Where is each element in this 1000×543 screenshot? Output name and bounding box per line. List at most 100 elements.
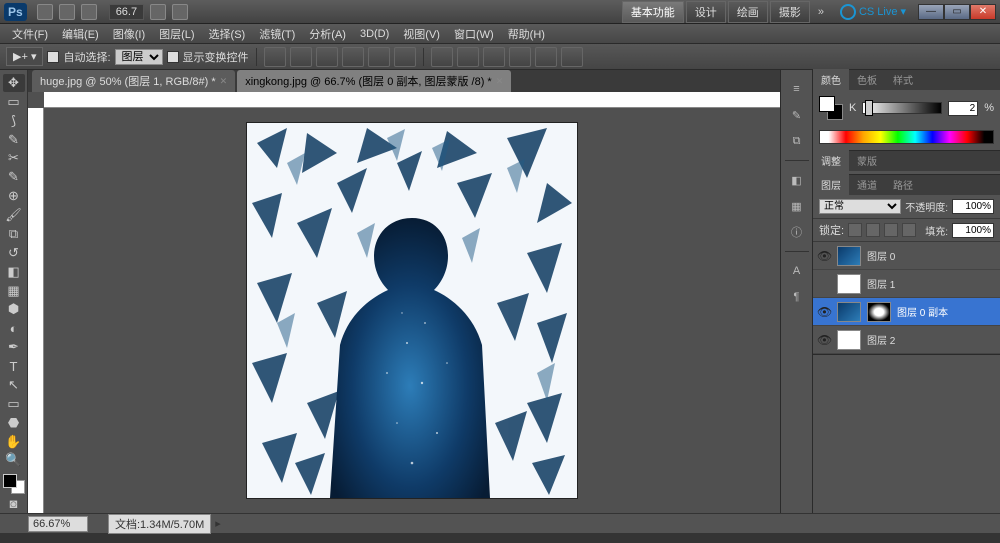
visibility-icon[interactable]: 👁 bbox=[817, 249, 831, 263]
workspace-more-icon[interactable]: » bbox=[812, 6, 830, 18]
lock-all-icon[interactable] bbox=[902, 223, 916, 237]
layer-thumbnail[interactable] bbox=[837, 274, 861, 294]
lasso-tool[interactable]: ⟆ bbox=[3, 112, 25, 130]
distribute-bottom-icon[interactable] bbox=[483, 47, 505, 67]
opacity-field[interactable] bbox=[952, 199, 994, 214]
tab-styles[interactable]: 样式 bbox=[885, 69, 921, 90]
workspace-photography-button[interactable]: 摄影 bbox=[770, 1, 810, 23]
distribute-hcenter-icon[interactable] bbox=[535, 47, 557, 67]
distribute-right-icon[interactable] bbox=[561, 47, 583, 67]
foreground-color-swatch[interactable] bbox=[3, 474, 17, 488]
mini-bridge-icon[interactable] bbox=[59, 4, 75, 20]
lock-pixels-icon[interactable] bbox=[866, 223, 880, 237]
history-brush-tool[interactable]: ↺ bbox=[3, 244, 25, 262]
eyedropper-tool[interactable]: ✎ bbox=[3, 168, 25, 186]
workspace-essentials-button[interactable]: 基本功能 bbox=[622, 1, 684, 23]
visibility-icon[interactable]: 👁 bbox=[817, 305, 831, 319]
menu-help[interactable]: 帮助(H) bbox=[502, 24, 551, 44]
launch-bridge-icon[interactable] bbox=[37, 4, 53, 20]
3d-tool[interactable]: ⬣ bbox=[3, 414, 25, 432]
close-tab-icon[interactable]: ✕ bbox=[496, 76, 504, 87]
status-arrow-icon[interactable]: ▸ bbox=[215, 517, 221, 530]
align-left-icon[interactable] bbox=[342, 47, 364, 67]
screen-mode-icon[interactable] bbox=[172, 4, 188, 20]
lock-transparency-icon[interactable] bbox=[848, 223, 862, 237]
tab-masks[interactable]: 蒙版 bbox=[849, 150, 885, 171]
close-button[interactable]: ✕ bbox=[970, 4, 996, 20]
character-panel-icon[interactable]: A bbox=[785, 260, 809, 282]
gradient-tool[interactable]: ▦ bbox=[3, 282, 25, 300]
k-value-field[interactable] bbox=[948, 101, 978, 116]
blend-mode-select[interactable]: 正常 bbox=[819, 199, 901, 214]
minimize-button[interactable]: — bbox=[918, 4, 944, 20]
tab-swatches[interactable]: 色板 bbox=[849, 69, 885, 90]
k-slider[interactable] bbox=[862, 102, 942, 114]
layer-row[interactable]: 图层 1 bbox=[813, 270, 1000, 298]
tab-channels[interactable]: 通道 bbox=[849, 174, 885, 195]
layer-row[interactable]: 👁 图层 0 副本 bbox=[813, 298, 1000, 326]
menu-layer[interactable]: 图层(L) bbox=[153, 24, 200, 44]
visibility-icon[interactable]: 👁 bbox=[817, 333, 831, 347]
clone-panel-icon[interactable]: ⧉ bbox=[785, 130, 809, 152]
vertical-ruler[interactable] bbox=[28, 108, 44, 513]
fill-field[interactable] bbox=[952, 223, 994, 238]
zoom-level-field[interactable]: 66.7 bbox=[109, 4, 144, 20]
distribute-vcenter-icon[interactable] bbox=[457, 47, 479, 67]
layer-name[interactable]: 图层 0 副本 bbox=[897, 304, 948, 319]
layer-mask-thumbnail[interactable] bbox=[867, 302, 891, 322]
workspace-design-button[interactable]: 设计 bbox=[686, 1, 726, 23]
brush-presets-icon[interactable]: ◧ bbox=[785, 169, 809, 191]
move-tool-preset-icon[interactable]: ▶+ ▾ bbox=[6, 47, 43, 66]
autoselect-target-select[interactable]: 图层 bbox=[115, 49, 163, 65]
panel-color-swatches[interactable] bbox=[819, 96, 843, 120]
quick-mask-tool[interactable]: ◙ bbox=[3, 495, 25, 513]
paragraph-panel-icon[interactable]: ¶ bbox=[785, 286, 809, 308]
status-doc-info[interactable]: 文档:1.34M/5.70M bbox=[108, 514, 211, 534]
info-panel-icon[interactable]: ⓘ bbox=[785, 221, 809, 243]
hand-tool[interactable]: ✋ bbox=[3, 433, 25, 451]
quick-select-tool[interactable]: ✎ bbox=[3, 131, 25, 149]
brush-panel-icon[interactable]: ✎ bbox=[785, 104, 809, 126]
layer-thumbnail[interactable] bbox=[837, 246, 861, 266]
type-tool[interactable]: T bbox=[3, 357, 25, 375]
align-top-icon[interactable] bbox=[264, 47, 286, 67]
align-hcenter-icon[interactable] bbox=[368, 47, 390, 67]
menu-analysis[interactable]: 分析(A) bbox=[303, 24, 352, 44]
canvas[interactable] bbox=[247, 123, 577, 498]
layer-name[interactable]: 图层 2 bbox=[867, 332, 895, 347]
color-spectrum[interactable] bbox=[819, 130, 994, 144]
color-swatches[interactable] bbox=[3, 474, 25, 494]
layer-row[interactable]: 👁 图层 0 bbox=[813, 242, 1000, 270]
menu-file[interactable]: 文件(F) bbox=[6, 24, 54, 44]
healing-brush-tool[interactable]: ⊕ bbox=[3, 187, 25, 205]
autoselect-checkbox[interactable] bbox=[47, 51, 59, 63]
workspace-painting-button[interactable]: 绘画 bbox=[728, 1, 768, 23]
menu-view[interactable]: 视图(V) bbox=[397, 24, 446, 44]
close-tab-icon[interactable]: ✕ bbox=[220, 76, 228, 87]
menu-window[interactable]: 窗口(W) bbox=[448, 24, 500, 44]
menu-image[interactable]: 图像(I) bbox=[107, 24, 151, 44]
crop-tool[interactable]: ✂ bbox=[3, 150, 25, 168]
horizontal-ruler[interactable] bbox=[44, 92, 780, 108]
tab-color[interactable]: 颜色 bbox=[813, 69, 849, 90]
menu-edit[interactable]: 编辑(E) bbox=[56, 24, 105, 44]
menu-3d[interactable]: 3D(D) bbox=[354, 26, 395, 42]
history-panel-icon[interactable]: ≡ bbox=[785, 78, 809, 100]
marquee-tool[interactable]: ▭ bbox=[3, 93, 25, 111]
layer-thumbnail[interactable] bbox=[837, 330, 861, 350]
align-bottom-icon[interactable] bbox=[316, 47, 338, 67]
zoom-tool[interactable]: 🔍 bbox=[3, 452, 25, 470]
status-zoom-field[interactable]: 66.67% bbox=[28, 516, 88, 532]
layer-name[interactable]: 图层 0 bbox=[867, 248, 895, 263]
pen-tool[interactable]: ✒ bbox=[3, 338, 25, 356]
align-right-icon[interactable] bbox=[394, 47, 416, 67]
show-transform-checkbox[interactable] bbox=[167, 51, 179, 63]
layer-row[interactable]: 👁 图层 2 bbox=[813, 326, 1000, 354]
tab-layers[interactable]: 图层 bbox=[813, 174, 849, 195]
document-tab-1[interactable]: huge.jpg @ 50% (图层 1, RGB/8#) *✕ bbox=[32, 70, 235, 92]
eraser-tool[interactable]: ◧ bbox=[3, 263, 25, 281]
tab-adjustments[interactable]: 调整 bbox=[813, 150, 849, 171]
menu-filter[interactable]: 滤镜(T) bbox=[253, 24, 301, 44]
layer-name[interactable]: 图层 1 bbox=[867, 276, 895, 291]
distribute-left-icon[interactable] bbox=[509, 47, 531, 67]
